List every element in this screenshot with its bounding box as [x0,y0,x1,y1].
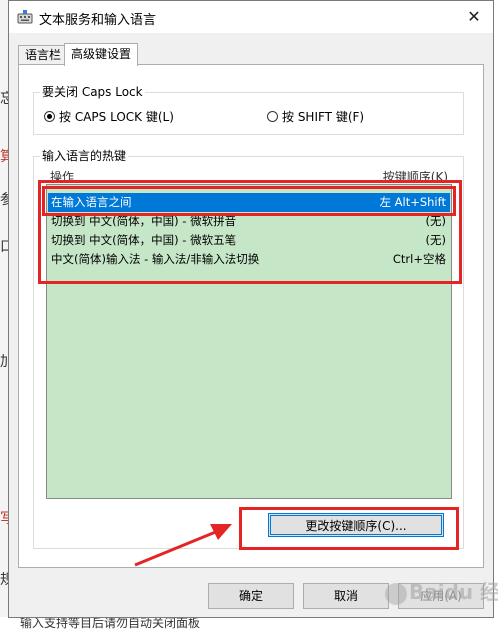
baidu-watermark: Baidu 经验 [385,576,498,610]
watermark-text: Baidu 经验 [409,580,498,604]
paw-logo-icon [385,582,407,605]
tab-advanced-key-settings[interactable]: 高级键设置 [64,43,139,66]
annotation-arrow-icon [134,524,232,567]
